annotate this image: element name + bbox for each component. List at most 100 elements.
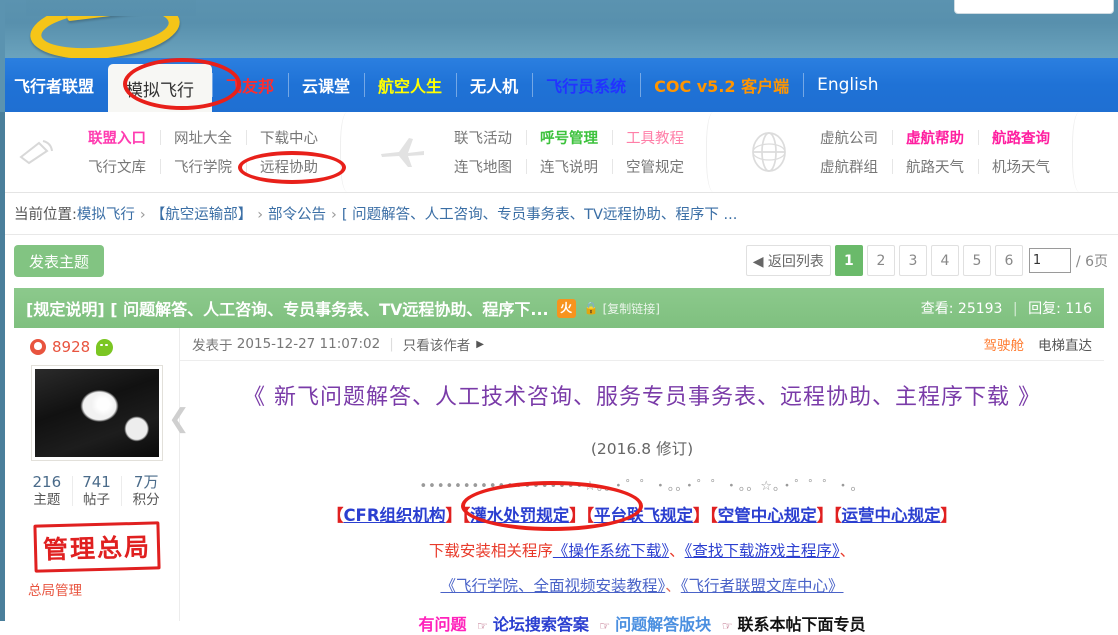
subnav-link-1-1-1[interactable]: 连飞说明 [526, 156, 612, 177]
lock-icon: 🔒 [583, 301, 599, 315]
globe-icon [732, 130, 806, 174]
subnav-link-1-0-1[interactable]: 呼号管理 [526, 127, 612, 148]
tutorial-link-0[interactable]: 《飞行学院、全面视频安装教程》 [440, 577, 665, 595]
nav-item-5[interactable]: 无人机 [456, 58, 532, 112]
page-button-5[interactable]: 5 [962, 245, 991, 276]
nav-item-label: 航空人生 [378, 77, 443, 96]
page-button-1[interactable]: 1 [834, 245, 863, 276]
elevator-link[interactable]: 电梯直达 [1038, 334, 1092, 354]
views-value: 25193 [957, 301, 1003, 317]
nav-item-4[interactable]: 航空人生 [364, 58, 456, 112]
page-jump-input[interactable] [1028, 248, 1071, 273]
author-stat-value: 216 [32, 473, 62, 491]
nav-item-7[interactable]: COC v5.2 客户端 [640, 58, 803, 112]
avatar[interactable] [30, 365, 163, 461]
page-button-4[interactable]: 4 [930, 245, 959, 276]
subnav-link-0-1-0[interactable]: 飞行文库 [74, 156, 160, 177]
help-row-segment-2[interactable]: 论坛搜索答案 [493, 615, 589, 634]
subnav-link-2-0-2[interactable]: 航路查询 [978, 127, 1064, 148]
pointer-icon: ☞ [721, 619, 733, 633]
page-button-2[interactable]: 2 [866, 245, 895, 276]
author-stat-0: 216 主题 [22, 473, 72, 509]
post-container: 8928 216 主题 741 帖子 7万 积分 管理总局 总局管理 发表于 2015-1… [14, 328, 1104, 634]
nav-item-2[interactable]: 飞友邦 [212, 58, 288, 112]
rules-link-2[interactable]: 平台联飞规定 [594, 506, 693, 525]
tutorial-link-1[interactable]: 《飞行者联盟文库中心》 [681, 577, 844, 595]
nav-item-8[interactable]: English [803, 58, 892, 112]
author-stat-label: 帖子 [83, 492, 110, 508]
subnav-link-1-0-0[interactable]: 联飞活动 [440, 127, 526, 148]
subnav-link-1-0-2[interactable]: 工具教程 [612, 127, 698, 148]
subnav-link-2-1-0[interactable]: 虚航群组 [806, 156, 892, 177]
subnav-link-2-1-2[interactable]: 机场天气 [978, 156, 1064, 177]
help-row-segment-0[interactable]: 有问题 [418, 615, 466, 634]
secondary-nav: 联盟入口 网址大全 下载中心飞行文库 飞行学院 远程协助 联飞活动 呼号管理 工具教程连飞地图… [0, 112, 1118, 193]
rules-link-0[interactable]: CFR组织机构 [343, 506, 445, 525]
rules-link-3[interactable]: 空管中心规定 [718, 506, 817, 525]
megaphone-icon [0, 137, 74, 167]
breadcrumb-item-3[interactable]: [ 问题解答、人工咨询、专员事务表、TV远程协助、程序下 ... [342, 207, 737, 223]
nav-item-1[interactable]: 模拟飞行 [108, 64, 213, 112]
new-thread-button[interactable]: 发表主题 [14, 245, 104, 277]
rules-link-1[interactable]: 灌水处罚规定 [470, 506, 569, 525]
only-author-link[interactable]: 只看该作者 [403, 334, 471, 354]
subnav-link-0-0-0[interactable]: 联盟入口 [74, 127, 160, 148]
subnav-link-1-1-2[interactable]: 空管规定 [612, 156, 698, 177]
pointer-icon: ☞ [599, 619, 611, 633]
breadcrumb-item-1[interactable]: 【航空运输部】 [151, 207, 253, 223]
nav-item-6[interactable]: 飞行员系统 [532, 58, 640, 112]
post-help-row: 有问题 ☞ 论坛搜索答案 ☞ 问题解答版块 ☞ 联系本帖下面专员 [196, 611, 1088, 635]
primary-nav: 飞行者联盟 模拟飞行 飞友邦 云课堂 航空人生 无人机 飞行员系统 COC v5.2 客户端 E… [0, 58, 1118, 112]
breadcrumb-item-2[interactable]: 部令公告 [268, 207, 326, 223]
subnav-link-0-0-1[interactable]: 网址大全 [160, 127, 246, 148]
breadcrumb-item-0[interactable]: 模拟飞行 [77, 207, 135, 223]
nav-item-0[interactable]: 飞行者联盟 [0, 58, 108, 112]
page-total-label: / 6页 [1075, 253, 1108, 270]
breadcrumb-separator: › [331, 207, 337, 223]
help-row-segment-4[interactable]: 问题解答版块 [615, 615, 711, 634]
rules-link-4[interactable]: 运营中心规定 [842, 506, 941, 525]
subnav-separator-2 [1072, 112, 1090, 192]
subnav-link-2-1-1[interactable]: 航路天气 [892, 156, 978, 177]
bracket-close: 】 [445, 506, 463, 525]
back-to-list-button[interactable]: ◀ 返回列表 [745, 245, 831, 276]
views-label: 查看: [920, 301, 954, 317]
author-name[interactable]: 8928 [52, 338, 90, 356]
subnav-link-0-1-1[interactable]: 飞行学院 [160, 156, 246, 177]
download-row-prefix: 下载安装相关程序 [428, 542, 553, 560]
posted-timestamp: 2015-12-27 11:07:02 [236, 336, 381, 352]
page-jump: / 6页 [1028, 245, 1108, 276]
wechat-icon[interactable] [96, 338, 114, 356]
subnav-row-2-0: 虚航公司 虚航帮助 航路查询 [806, 128, 1064, 148]
subnav-link-0-0-2[interactable]: 下载中心 [246, 127, 332, 148]
breadcrumb: 当前位置: 模拟飞行 › 【航空运输部】 › 部令公告 ›[ 问题解答、人工咨询、专员事务… [0, 193, 1118, 235]
download-link-0[interactable]: 《操作系统下载》 [553, 542, 669, 560]
subnav-group-2: 虚航公司 虚航帮助 航路查询 虚航群组 航路天气 机场天气 [806, 128, 1064, 177]
help-row-segment-6[interactable]: 联系本帖下面专员 [738, 615, 866, 634]
search-input[interactable] [954, 0, 1114, 14]
author-stat-2: 7万 积分 [121, 473, 171, 509]
pagination: ◀ 返回列表123456 / 6页 [742, 245, 1108, 276]
subnav-link-0-1-2[interactable]: 远程协助 [246, 156, 332, 177]
logo-mask [26, 0, 196, 16]
subnav-link-1-1-0[interactable]: 连飞地图 [440, 156, 526, 177]
copy-link-button[interactable]: [复制链接] [603, 300, 660, 317]
page-button-3[interactable]: 3 [898, 245, 927, 276]
subnav-row-0-1: 飞行文库 飞行学院 远程协助 [74, 157, 332, 177]
subnav-link-2-0-1[interactable]: 虚航帮助 [892, 127, 978, 148]
comma: 、 [665, 577, 681, 595]
download-link-1[interactable]: 《查找下载游戏主程序》 [685, 542, 840, 560]
collapse-left-icon[interactable]: ❮ [168, 406, 190, 432]
page-button-6[interactable]: 6 [994, 245, 1023, 276]
cockpit-link[interactable]: 驾驶舱 [984, 334, 1025, 354]
nav-item-label: English [817, 75, 879, 95]
site-logo[interactable]: 中国飞行 China Flier [6, 0, 346, 58]
post-tutorial-row: 《飞行学院、全面视频安装教程》、《飞行者联盟文库中心》 [196, 574, 1088, 596]
breadcrumb-separator: › [139, 207, 146, 223]
meta-divider: | [389, 336, 394, 352]
breadcrumb-prefix: 当前位置: [14, 207, 77, 223]
nav-item-label: 云课堂 [302, 77, 351, 96]
subnav-link-2-0-0[interactable]: 虚航公司 [806, 127, 892, 148]
nav-item-3[interactable]: 云课堂 [288, 58, 364, 112]
comma: 、 [839, 542, 856, 560]
